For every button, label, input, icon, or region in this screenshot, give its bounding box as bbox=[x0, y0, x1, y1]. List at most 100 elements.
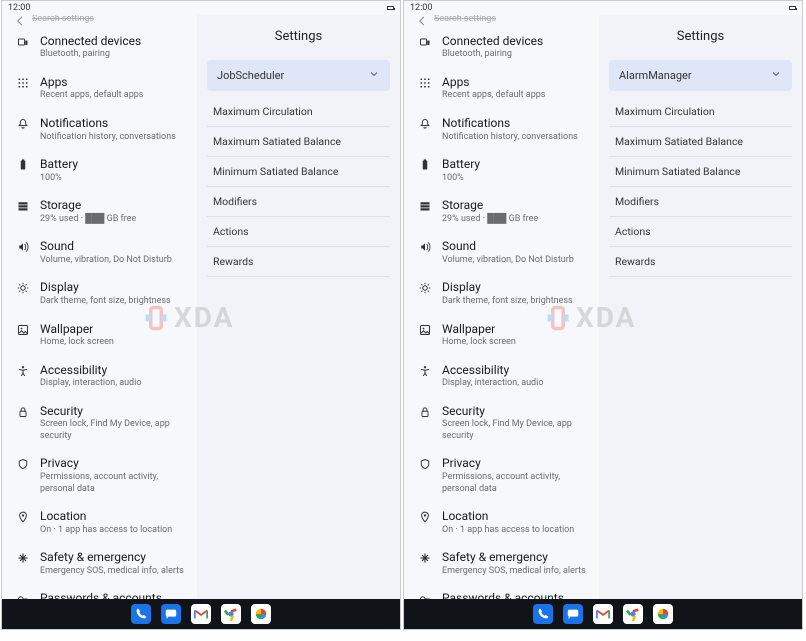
settings-item-privacy[interactable]: Privacy Permissions, account activity, p… bbox=[2, 449, 197, 502]
settings-item-storage[interactable]: Storage 29% used · ███ GB free bbox=[404, 191, 599, 232]
settings-item-subtitle: Notification history, conversations bbox=[442, 132, 578, 144]
settings-item-bell[interactable]: Notifications Notification history, conv… bbox=[404, 109, 599, 150]
device-frame: 12:00 Search settings Connected devices … bbox=[403, 0, 803, 630]
bell-icon bbox=[16, 118, 30, 130]
settings-item-lock[interactable]: Security Screen lock, Find My Device, ap… bbox=[2, 397, 197, 450]
settings-option[interactable]: Minimum Satiated Balance bbox=[609, 157, 792, 187]
taskbar-app-messages[interactable] bbox=[563, 604, 583, 624]
settings-item-subtitle: On · 1 app has access to location bbox=[40, 525, 172, 537]
taskbar-app-gmail[interactable] bbox=[191, 604, 211, 624]
settings-item-title: Storage bbox=[442, 198, 538, 212]
taskbar-app-chrome[interactable] bbox=[623, 604, 643, 624]
a11y-icon bbox=[16, 365, 30, 377]
privacy-icon bbox=[418, 458, 432, 470]
settings-item-subtitle: Screen lock, Find My Device, app securit… bbox=[40, 419, 187, 442]
settings-item-subtitle: 29% used · ███ GB free bbox=[442, 214, 538, 226]
devices-icon bbox=[418, 36, 432, 48]
settings-option[interactable]: Maximum Circulation bbox=[207, 97, 390, 127]
settings-item-title: Location bbox=[442, 509, 574, 523]
detail-pane: Settings JobScheduler Maximum Circulatio… bbox=[197, 15, 400, 599]
settings-item-devices[interactable]: Connected devices Bluetooth, pairing bbox=[2, 27, 197, 68]
search-settings-row[interactable]: Search settings bbox=[404, 15, 599, 27]
settings-option[interactable]: Actions bbox=[207, 217, 390, 247]
taskbar-app-messages[interactable] bbox=[161, 604, 181, 624]
settings-item-location[interactable]: Location On · 1 app has access to locati… bbox=[404, 502, 599, 543]
settings-item-battery[interactable]: Battery 100% bbox=[404, 150, 599, 191]
settings-item-subtitle: Dark theme, font size, brightness bbox=[40, 296, 171, 308]
settings-option[interactable]: Rewards bbox=[207, 247, 390, 277]
devices-icon bbox=[16, 36, 30, 48]
scheduler-dropdown[interactable]: AlarmManager bbox=[609, 60, 792, 91]
settings-item-title: Battery bbox=[40, 157, 78, 171]
storage-icon bbox=[418, 200, 432, 212]
settings-item-sound[interactable]: Sound Volume, vibration, Do Not Disturb bbox=[2, 232, 197, 273]
settings-item-title: Sound bbox=[442, 239, 574, 253]
settings-item-battery[interactable]: Battery 100% bbox=[2, 150, 197, 191]
settings-item-safety[interactable]: Safety & emergency Emergency SOS, medica… bbox=[2, 543, 197, 584]
taskbar bbox=[404, 599, 802, 629]
battery-indicator-icon bbox=[387, 6, 394, 10]
settings-list-pane: Search settings Connected devices Blueto… bbox=[404, 15, 599, 599]
taskbar-app-chrome[interactable] bbox=[221, 604, 241, 624]
settings-option[interactable]: Maximum Circulation bbox=[609, 97, 792, 127]
settings-item-sound[interactable]: Sound Volume, vibration, Do Not Disturb bbox=[404, 232, 599, 273]
settings-item-wallpaper[interactable]: Wallpaper Home, lock screen bbox=[2, 315, 197, 356]
settings-item-storage[interactable]: Storage 29% used · ███ GB free bbox=[2, 191, 197, 232]
taskbar-app-phone[interactable] bbox=[131, 604, 151, 624]
apps-icon bbox=[16, 77, 30, 89]
settings-item-key[interactable]: Passwords & accounts Saved passwords, au… bbox=[404, 584, 599, 599]
settings-item-subtitle: Home, lock screen bbox=[442, 337, 516, 349]
status-bar: 12:00 bbox=[2, 1, 400, 15]
settings-item-title: Privacy bbox=[442, 456, 589, 470]
settings-item-subtitle: 100% bbox=[40, 173, 78, 185]
settings-item-title: Wallpaper bbox=[40, 322, 114, 336]
settings-item-subtitle: Dark theme, font size, brightness bbox=[442, 296, 573, 308]
taskbar-app-gmail[interactable] bbox=[593, 604, 613, 624]
settings-item-title: Storage bbox=[40, 198, 136, 212]
settings-option[interactable]: Modifiers bbox=[609, 187, 792, 217]
settings-item-bell[interactable]: Notifications Notification history, conv… bbox=[2, 109, 197, 150]
settings-item-title: Accessibility bbox=[442, 363, 543, 377]
settings-item-location[interactable]: Location On · 1 app has access to locati… bbox=[2, 502, 197, 543]
taskbar-app-phone[interactable] bbox=[533, 604, 553, 624]
settings-option[interactable]: Actions bbox=[609, 217, 792, 247]
settings-option[interactable]: Maximum Satiated Balance bbox=[609, 127, 792, 157]
status-bar: 12:00 bbox=[404, 1, 802, 15]
page-title: Settings bbox=[599, 15, 802, 60]
settings-option[interactable]: Modifiers bbox=[207, 187, 390, 217]
settings-item-title: Connected devices bbox=[40, 34, 141, 48]
settings-item-a11y[interactable]: Accessibility Display, interaction, audi… bbox=[2, 356, 197, 397]
settings-item-devices[interactable]: Connected devices Bluetooth, pairing bbox=[404, 27, 599, 68]
search-settings-row[interactable]: Search settings bbox=[2, 15, 197, 27]
settings-item-title: Notifications bbox=[40, 116, 176, 130]
settings-item-subtitle: Recent apps, default apps bbox=[442, 90, 545, 102]
settings-item-safety[interactable]: Safety & emergency Emergency SOS, medica… bbox=[404, 543, 599, 584]
settings-item-lock[interactable]: Security Screen lock, Find My Device, ap… bbox=[404, 397, 599, 450]
settings-item-a11y[interactable]: Accessibility Display, interaction, audi… bbox=[404, 356, 599, 397]
safety-icon bbox=[16, 552, 30, 564]
scheduler-dropdown[interactable]: JobScheduler bbox=[207, 60, 390, 91]
status-indicators bbox=[789, 6, 796, 10]
settings-item-subtitle: Display, interaction, audio bbox=[40, 378, 141, 390]
settings-item-wallpaper[interactable]: Wallpaper Home, lock screen bbox=[404, 315, 599, 356]
settings-item-privacy[interactable]: Privacy Permissions, account activity, p… bbox=[404, 449, 599, 502]
location-icon bbox=[16, 511, 30, 523]
settings-option[interactable]: Rewards bbox=[609, 247, 792, 277]
settings-item-apps[interactable]: Apps Recent apps, default apps bbox=[404, 68, 599, 109]
taskbar-app-photos[interactable] bbox=[653, 604, 673, 624]
settings-item-display[interactable]: Display Dark theme, font size, brightnes… bbox=[2, 273, 197, 314]
battery-indicator-icon bbox=[789, 6, 796, 10]
taskbar-app-photos[interactable] bbox=[251, 604, 271, 624]
settings-item-subtitle: Emergency SOS, medical info, alerts bbox=[442, 566, 586, 578]
settings-item-title: Notifications bbox=[442, 116, 578, 130]
page-title: Settings bbox=[197, 15, 400, 60]
status-indicators bbox=[387, 6, 394, 10]
settings-option[interactable]: Minimum Satiated Balance bbox=[207, 157, 390, 187]
settings-list: Connected devices Bluetooth, pairing App… bbox=[2, 27, 197, 599]
settings-item-display[interactable]: Display Dark theme, font size, brightnes… bbox=[404, 273, 599, 314]
bell-icon bbox=[418, 118, 432, 130]
settings-item-apps[interactable]: Apps Recent apps, default apps bbox=[2, 68, 197, 109]
settings-item-title: Sound bbox=[40, 239, 172, 253]
settings-option[interactable]: Maximum Satiated Balance bbox=[207, 127, 390, 157]
settings-item-key[interactable]: Passwords & accounts Saved passwords, au… bbox=[2, 584, 197, 599]
